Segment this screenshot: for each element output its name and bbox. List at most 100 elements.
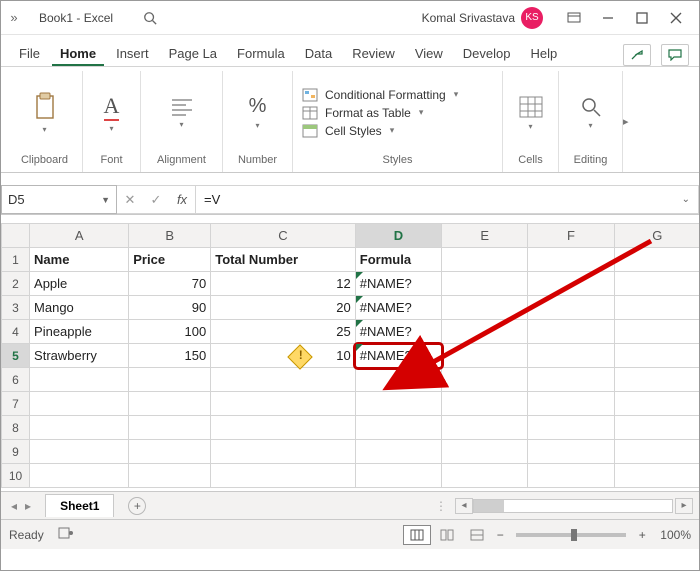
new-sheet-button[interactable]: + — [128, 497, 146, 515]
cell-F1[interactable] — [528, 248, 614, 272]
sheet-nav-prev-icon[interactable]: ◂ — [7, 499, 21, 513]
enter-formula-icon[interactable]: ✓ — [143, 192, 169, 208]
select-all-corner[interactable] — [2, 224, 30, 248]
row-header-9[interactable]: 9 — [2, 440, 30, 464]
cell-D3[interactable]: #NAME? — [355, 296, 441, 320]
search-icon[interactable] — [143, 11, 157, 25]
cell-E5[interactable] — [442, 344, 528, 368]
autofill-options-icon[interactable]: ▦ — [419, 373, 435, 387]
row-header-8[interactable]: 8 — [2, 416, 30, 440]
zoom-thumb[interactable] — [571, 529, 577, 541]
hscroll-left-icon[interactable]: ◂ — [455, 498, 473, 514]
cell-B4[interactable]: 100 — [129, 320, 211, 344]
worksheet-grid[interactable]: A B C D E F G 1 Name Price Total Number … — [1, 223, 699, 491]
cell-D1[interactable]: Formula — [355, 248, 441, 272]
row-header-5[interactable]: 5 — [2, 344, 30, 368]
cell-F3[interactable] — [528, 296, 614, 320]
cell-C2[interactable]: 12 — [211, 272, 356, 296]
name-box[interactable]: D5▼ — [1, 185, 117, 214]
tab-review[interactable]: Review — [344, 40, 403, 66]
col-header-D[interactable]: D — [355, 224, 441, 248]
macro-record-icon[interactable] — [58, 527, 74, 542]
hscroll-thumb[interactable] — [474, 500, 504, 512]
cell-G4[interactable] — [614, 320, 699, 344]
format-as-table-button[interactable]: Format as Table▾ — [301, 106, 494, 120]
cancel-formula-icon[interactable]: ✕ — [117, 192, 143, 208]
tab-file[interactable]: File — [11, 40, 48, 66]
expand-formula-icon[interactable]: ⌄ — [682, 194, 690, 205]
cell-A4[interactable]: Pineapple — [30, 320, 129, 344]
col-header-E[interactable]: E — [442, 224, 528, 248]
ribbon-display-icon[interactable] — [557, 4, 591, 32]
cell-D2[interactable]: #NAME? — [355, 272, 441, 296]
user-avatar[interactable]: KS — [521, 7, 543, 29]
cell-B1[interactable]: Price — [129, 248, 211, 272]
tab-data[interactable]: Data — [297, 40, 340, 66]
row-header-1[interactable]: 1 — [2, 248, 30, 272]
view-page-break-icon[interactable] — [463, 525, 491, 545]
cell-D5[interactable]: #NAME? — [355, 344, 441, 368]
row-header-6[interactable]: 6 — [2, 368, 30, 392]
cell-C5[interactable]: 10 — [211, 344, 356, 368]
col-header-A[interactable]: A — [30, 224, 129, 248]
row-header-7[interactable]: 7 — [2, 392, 30, 416]
cells-icon[interactable]: ▾ — [518, 73, 544, 152]
col-header-G[interactable]: G — [614, 224, 699, 248]
col-header-F[interactable]: F — [528, 224, 614, 248]
sheet-nav-next-icon[interactable]: ▸ — [21, 499, 35, 513]
tab-help[interactable]: Help — [522, 40, 565, 66]
cell-C3[interactable]: 20 — [211, 296, 356, 320]
cell-C1[interactable]: Total Number — [211, 248, 356, 272]
row-header-10[interactable]: 10 — [2, 464, 30, 488]
row-header-3[interactable]: 3 — [2, 296, 30, 320]
cell-G3[interactable] — [614, 296, 699, 320]
cell-E3[interactable] — [442, 296, 528, 320]
alignment-icon[interactable]: ▾ — [170, 73, 194, 152]
cell-G1[interactable] — [614, 248, 699, 272]
formula-bar[interactable]: =V⌄ — [196, 185, 699, 214]
cell-B2[interactable]: 70 — [129, 272, 211, 296]
minimize-button[interactable] — [591, 4, 625, 32]
row-header-4[interactable]: 4 — [2, 320, 30, 344]
tab-page-layout[interactable]: Page La — [161, 40, 225, 66]
number-icon[interactable]: %▾ — [249, 73, 267, 152]
cell-B3[interactable]: 90 — [129, 296, 211, 320]
cell-F4[interactable] — [528, 320, 614, 344]
col-header-B[interactable]: B — [129, 224, 211, 248]
zoom-level[interactable]: 100% — [660, 528, 691, 542]
zoom-in-button[interactable]: + — [634, 528, 650, 542]
view-page-layout-icon[interactable] — [433, 525, 461, 545]
cell-C4[interactable]: 25 — [211, 320, 356, 344]
cell-G2[interactable] — [614, 272, 699, 296]
overflow-chevron-icon[interactable]: » — [7, 10, 21, 25]
cell-A1[interactable]: Name — [30, 248, 129, 272]
cell-F5[interactable] — [528, 344, 614, 368]
cell-E2[interactable] — [442, 272, 528, 296]
cell-A5[interactable]: Strawberry — [30, 344, 129, 368]
tab-view[interactable]: View — [407, 40, 451, 66]
cell-A2[interactable]: Apple — [30, 272, 129, 296]
editing-icon[interactable]: ▾ — [580, 73, 602, 152]
tab-developer[interactable]: Develop — [455, 40, 519, 66]
split-handle-icon[interactable]: ⋮ — [429, 499, 453, 513]
cell-A3[interactable]: Mango — [30, 296, 129, 320]
cell-G5[interactable] — [614, 344, 699, 368]
zoom-slider[interactable] — [516, 533, 626, 537]
col-header-C[interactable]: C — [211, 224, 356, 248]
cell-B5[interactable]: 150 — [129, 344, 211, 368]
cell-F2[interactable] — [528, 272, 614, 296]
cell-D4[interactable]: #NAME? — [355, 320, 441, 344]
close-button[interactable] — [659, 4, 693, 32]
conditional-formatting-button[interactable]: Conditional Formatting▾ — [301, 88, 494, 102]
cell-styles-button[interactable]: Cell Styles▾ — [301, 124, 494, 138]
share-button[interactable] — [623, 44, 651, 66]
hscroll-right-icon[interactable]: ▸ — [675, 498, 693, 514]
ribbon-scroll-right[interactable]: ▸ — [623, 115, 637, 128]
sheet-tab-sheet1[interactable]: Sheet1 — [45, 494, 114, 517]
cell-E4[interactable] — [442, 320, 528, 344]
zoom-out-button[interactable]: − — [492, 528, 508, 542]
view-normal-icon[interactable] — [403, 525, 431, 545]
clipboard-icon[interactable]: ▾ — [31, 73, 59, 152]
hscrollbar[interactable] — [473, 499, 673, 513]
maximize-button[interactable] — [625, 4, 659, 32]
